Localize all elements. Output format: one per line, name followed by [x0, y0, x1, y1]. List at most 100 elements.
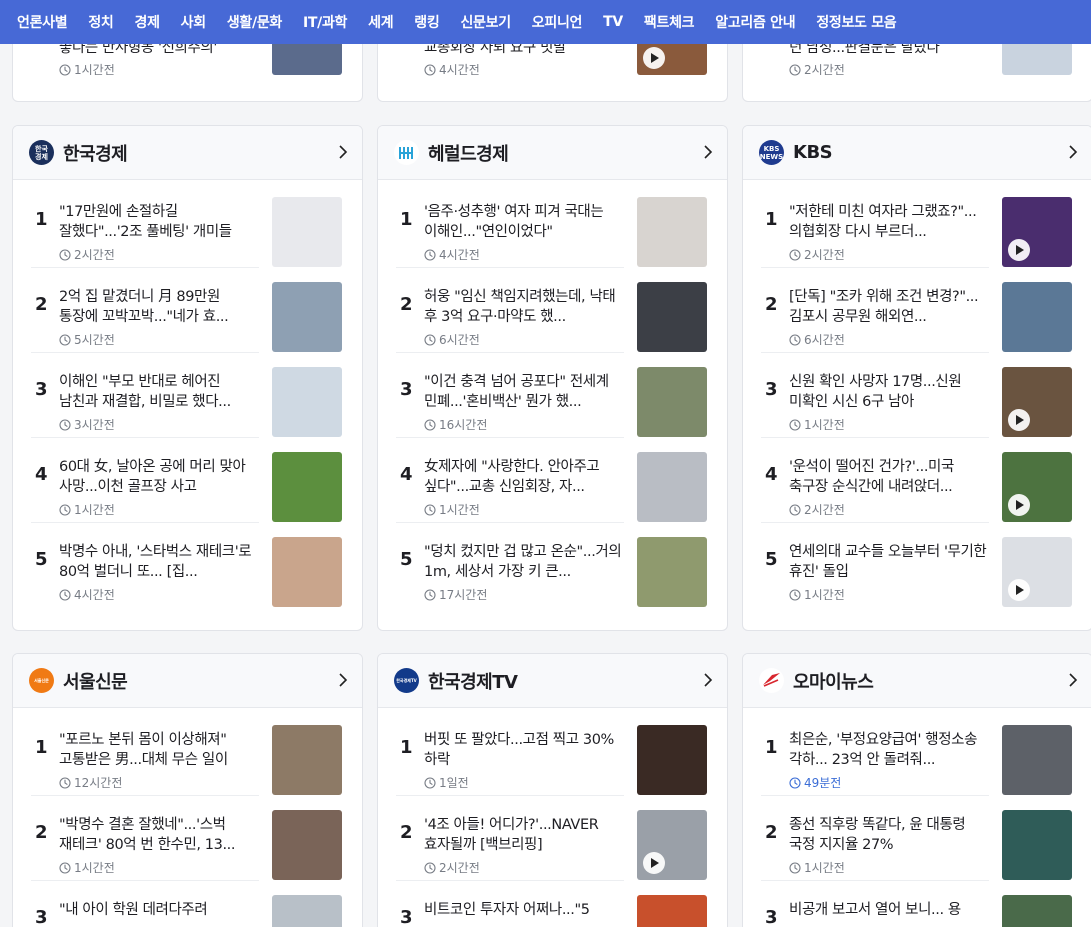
press-header[interactable]: 한국 경제 한국경제 — [13, 126, 362, 180]
news-thumbnail[interactable] — [637, 895, 707, 927]
news-title[interactable]: 60대 女, 날아온 공에 머리 맞아 사망...이천 골프장 사고 — [59, 457, 261, 497]
news-item[interactable]: 2 종선 직후랑 똑같다, 윤 대통령 국정 지지율 27% 1시간전 — [761, 794, 1076, 881]
nav-item[interactable]: 랭킹 — [414, 12, 439, 32]
news-title[interactable]: 비공개 보고서 열어 보니... 용 — [789, 900, 991, 927]
news-item[interactable]: 2 '4조 아들! 어디가?'...NAVER 효자될까 [백브리핑] 2시간전 — [396, 794, 711, 881]
nav-item[interactable]: TV — [603, 14, 623, 30]
news-thumbnail[interactable] — [1002, 537, 1072, 607]
news-thumbnail[interactable] — [272, 282, 342, 352]
news-thumbnail[interactable] — [1002, 367, 1072, 437]
news-item[interactable]: 4 '운석이 떨어진 건가?'...미국 축구장 순식간에 내려앉더... 2시간전 — [761, 436, 1076, 523]
news-item[interactable]: 1 "17만원에 손절하길 잘했다"...'2조 풀베팅' 개미들 경... 2시간… — [31, 181, 346, 268]
nav-item[interactable]: IT/과학 — [303, 12, 347, 32]
chevron-right-icon[interactable] — [700, 672, 716, 688]
news-title[interactable]: 연세의대 교수들 오늘부터 '무기한 휴진' 돌입 — [789, 542, 991, 582]
news-item[interactable]: 4 60대 女, 날아온 공에 머리 맞아 사망...이천 골프장 사고 1시간전 — [31, 436, 346, 523]
news-item[interactable]: 3 비공개 보고서 열어 보니... 용 — [761, 879, 1076, 927]
news-title[interactable]: 신원 확인 사망자 17명...신원 미확인 시신 6구 남아 — [789, 372, 991, 412]
news-item[interactable]: 2 허웅 "임신 책임지려했는데, 낙태 후 3억 요구·마약도 했... 6시간전 — [396, 266, 711, 353]
news-title[interactable]: "이건 충격 넘어 공포다" 전세계 민폐...'혼비백산' 뭔가 했... — [424, 372, 626, 412]
news-thumbnail[interactable] — [272, 367, 342, 437]
nav-item[interactable]: 팩트체크 — [644, 12, 695, 32]
press-header[interactable]: KBS NEWS KBS — [743, 126, 1091, 180]
nav-item[interactable]: 언론사별 — [17, 12, 68, 32]
news-item[interactable]: 1 "저한테 미친 여자라 그랬죠?"...의협회장 다시 부르더... 2시간전 — [761, 181, 1076, 268]
news-thumbnail[interactable] — [272, 452, 342, 522]
news-item[interactable]: 1 "포르노 본뒤 몸이 이상해져" 고통받은 男...대체 무슨 일이 12시간전 — [31, 709, 346, 796]
news-title[interactable]: "박명수 결혼 잘했네"...'스벅 재테크' 80억 번 한수민, 13... — [59, 815, 261, 855]
news-title[interactable]: 최은순, '부정요양급여' 행정소송 각하... 23억 안 돌려줘... — [789, 730, 991, 770]
news-item[interactable]: 5 박명수 아내, '스타벅스 재테크'로 80억 벌더니 또... [집... 4… — [31, 521, 346, 607]
news-item[interactable]: 5 "덩치 컸지만 겁 많고 온순"...거의 1m, 세상서 가장 키 큰...… — [396, 521, 711, 607]
news-thumbnail[interactable] — [272, 725, 342, 795]
press-name[interactable]: 헤럴드경제 — [428, 140, 509, 166]
news-thumbnail[interactable] — [637, 537, 707, 607]
press-name[interactable]: 오마이뉴스 — [793, 668, 874, 694]
nav-item[interactable]: 세계 — [368, 12, 393, 32]
news-thumbnail[interactable] — [637, 452, 707, 522]
news-title[interactable]: 박명수 아내, '스타벅스 재테크'로 80억 벌더니 또... [집... — [59, 542, 261, 582]
nav-item[interactable]: 오피니언 — [532, 12, 583, 32]
nav-item[interactable]: 사회 — [181, 12, 206, 32]
chevron-right-icon[interactable] — [335, 672, 351, 688]
news-title[interactable]: "내 아이 학원 데려다주려 — [59, 900, 261, 927]
news-title[interactable]: "저한테 미친 여자라 그랬죠?"...의협회장 다시 부르더... — [789, 202, 991, 242]
news-thumbnail[interactable] — [1002, 895, 1072, 927]
news-thumbnail[interactable] — [637, 197, 707, 267]
news-title[interactable]: 이해인 "부모 반대로 헤어진 남친과 재결합, 비밀로 했다... — [59, 372, 261, 412]
news-title[interactable]: "17만원에 손절하길 잘했다"...'2조 풀베팅' 개미들 경... — [59, 202, 261, 242]
news-title[interactable]: 허웅 "임신 책임지려했는데, 낙태 후 3억 요구·마약도 했... — [424, 287, 626, 327]
news-title[interactable]: "포르노 본뒤 몸이 이상해져" 고통받은 男...대체 무슨 일이 — [59, 730, 261, 770]
press-header[interactable]: 서울신문 서울신문 — [13, 654, 362, 708]
news-thumbnail[interactable] — [637, 810, 707, 880]
news-item[interactable]: 3 "이건 충격 넘어 공포다" 전세계 민폐...'혼비백산' 뭔가 했... 1… — [396, 351, 711, 438]
news-thumbnail[interactable] — [637, 725, 707, 795]
news-title[interactable]: '음주·성추행' 여자 피겨 국대는 이해인..."연인이었다" — [424, 202, 626, 242]
press-header[interactable]: 오마이뉴스 — [743, 654, 1091, 708]
news-title[interactable]: [단독] "조카 위해 조건 변경?"...김포시 공무원 해외연... — [789, 287, 991, 327]
news-item[interactable]: 교총회장 사퇴 요구 빗발 4시간전 — [396, 15, 711, 101]
news-item[interactable]: 5 연세의대 교수들 오늘부터 '무기한 휴진' 돌입 1시간전 — [761, 521, 1076, 607]
news-item[interactable]: 2 2억 집 맡겼더니 月 89만원 통장에 꼬박꼬박..."네가 효... 5시간… — [31, 266, 346, 353]
news-item[interactable]: 3 "내 아이 학원 데려다주려 — [31, 879, 346, 927]
news-title[interactable]: 2억 집 맡겼더니 月 89만원 통장에 꼬박꼬박..."네가 효... — [59, 287, 261, 327]
news-title[interactable]: 비트코인 투자자 어쩌나..."5 — [424, 900, 626, 927]
news-title[interactable]: 女제자에 "사랑한다. 안아주고 싶다"...교총 신임회장, 자... — [424, 457, 626, 497]
nav-item[interactable]: 정치 — [88, 12, 113, 32]
news-item[interactable]: 1 최은순, '부정요양급여' 행정소송 각하... 23억 안 돌려줘... 49… — [761, 709, 1076, 796]
news-thumbnail[interactable] — [272, 895, 342, 927]
press-name[interactable]: 한국경제 — [63, 140, 128, 166]
news-item[interactable]: 3 신원 확인 사망자 17명...신원 미확인 시신 6구 남아 1시간전 — [761, 351, 1076, 438]
chevron-right-icon[interactable] — [1065, 672, 1081, 688]
news-item[interactable]: 3 비트코인 투자자 어쩌나..."5 — [396, 879, 711, 927]
nav-item[interactable]: 생활/문화 — [227, 12, 282, 32]
news-thumbnail[interactable] — [637, 367, 707, 437]
press-name[interactable]: 한국경제TV — [428, 668, 518, 694]
news-item[interactable]: 1 '음주·성추행' 여자 피겨 국대는 이해인..."연인이었다" 4시간전 — [396, 181, 711, 268]
news-title[interactable]: 종선 직후랑 똑같다, 윤 대통령 국정 지지율 27% — [789, 815, 991, 855]
chevron-right-icon[interactable] — [335, 144, 351, 160]
press-header[interactable]: 헤럴드경제 — [378, 126, 727, 180]
nav-item[interactable]: 신문보기 — [460, 12, 511, 32]
news-thumbnail[interactable] — [272, 810, 342, 880]
chevron-right-icon[interactable] — [700, 144, 716, 160]
news-title[interactable]: 버핏 또 팔았다...고점 찍고 30% 하락 — [424, 730, 626, 770]
news-thumbnail[interactable] — [637, 282, 707, 352]
nav-item[interactable]: 정정보도 모음 — [816, 12, 896, 32]
news-thumbnail[interactable] — [272, 537, 342, 607]
nav-item[interactable]: 경제 — [135, 12, 160, 32]
news-item[interactable]: 3 이해인 "부모 반대로 헤어진 남친과 재결합, 비밀로 했다... 3시간전 — [31, 351, 346, 438]
chevron-right-icon[interactable] — [1065, 144, 1081, 160]
news-thumbnail[interactable] — [272, 197, 342, 267]
news-title[interactable]: '운석이 떨어진 건가?'...미국 축구장 순식간에 내려앉더... — [789, 457, 991, 497]
news-item[interactable]: 1 버핏 또 팔았다...고점 찍고 30% 하락 1일전 — [396, 709, 711, 796]
press-header[interactable]: 한국경제TV 한국경제TV — [378, 654, 727, 708]
news-thumbnail[interactable] — [1002, 282, 1072, 352]
news-item[interactable]: 던 남성...판결문은 달랐다 2시간전 — [761, 15, 1076, 101]
news-item[interactable]: 4 女제자에 "사랑한다. 안아주고 싶다"...교총 신임회장, 자... 1시간… — [396, 436, 711, 523]
news-thumbnail[interactable] — [1002, 197, 1072, 267]
news-title[interactable]: '4조 아들! 어디가?'...NAVER 효자될까 [백브리핑] — [424, 815, 626, 855]
press-name[interactable]: 서울신문 — [63, 668, 128, 694]
news-item[interactable]: 좋다는 반사형동 '신희주의' 1시간전 — [31, 15, 346, 101]
news-thumbnail[interactable] — [1002, 810, 1072, 880]
